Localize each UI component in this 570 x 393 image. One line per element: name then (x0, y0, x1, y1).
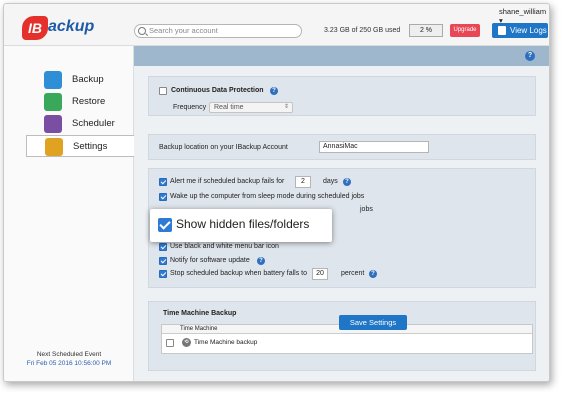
app-window: IB ackup Search your account 3.23 GB of … (3, 3, 550, 382)
search-input[interactable]: Search your account (134, 24, 302, 38)
notify-label: Notify for software update (170, 257, 250, 264)
battery-stepper[interactable]: 20 (312, 268, 328, 280)
battery-checkbox[interactable] (159, 270, 167, 278)
help-icon[interactable]: ? (369, 270, 377, 278)
restore-icon (44, 93, 62, 111)
battery-unit: percent (341, 270, 365, 277)
show-hidden-label: Show hidden files/folders (176, 217, 310, 231)
logs-icon (498, 26, 506, 35)
show-hidden-checkbox[interactable] (158, 218, 172, 232)
time-machine-checkbox[interactable] (166, 339, 174, 347)
cdp-checkbox[interactable] (159, 87, 167, 95)
sidebar-item-backup[interactable]: Backup (26, 69, 134, 91)
search-placeholder: Search your account (149, 26, 218, 35)
cdp-section: Continuous Data Protection ? Frequency R… (148, 76, 536, 116)
alert-checkbox[interactable] (159, 178, 167, 186)
ibackup-logo: IB ackup (22, 16, 108, 42)
save-settings-button[interactable]: Save Settings (339, 315, 407, 330)
sidebar-item-label: Settings (73, 141, 108, 152)
sidebar-item-restore[interactable]: Restore (26, 91, 134, 113)
bw-icon-checkbox[interactable] (159, 243, 167, 251)
alert-days-stepper[interactable]: 2 (295, 176, 311, 188)
frequency-select[interactable]: Real time (209, 102, 293, 113)
help-icon[interactable]: ? (343, 178, 351, 186)
top-bar: IB ackup Search your account 3.23 GB of … (4, 4, 549, 46)
frequency-label: Frequency (173, 104, 207, 111)
wake-label: Wake up the computer from sleep mode dur… (170, 193, 365, 200)
bw-icon-label: Use black and white menu bar icon (170, 243, 279, 250)
sidebar-item-label: Backup (72, 74, 104, 85)
table-row: Time Machine backup (194, 339, 258, 346)
gear-icon (45, 138, 63, 156)
backup-icon (44, 71, 62, 89)
help-icon[interactable]: ? (257, 257, 265, 265)
cdp-label: Continuous Data Protection (171, 87, 264, 94)
partial-label: jobs (360, 206, 373, 213)
next-event-value: Fri Feb 05 2016 10:56:00 PM (26, 360, 112, 367)
search-icon (138, 27, 146, 35)
backup-location-section: Backup location on your IBackup Account … (148, 134, 536, 160)
time-machine-title: Time Machine Backup (163, 310, 237, 317)
sidebar-item-label: Restore (72, 96, 106, 107)
battery-label: Stop scheduled backup when battery falls… (170, 270, 307, 277)
scheduler-icon (44, 115, 62, 133)
help-icon[interactable]: ? (525, 51, 535, 61)
wake-checkbox[interactable] (159, 193, 167, 201)
table-column-header: Time Machine (180, 326, 218, 332)
logo-text: ackup (48, 18, 95, 35)
usage-percent: 2 % (409, 24, 443, 37)
time-machine-icon: ⟲ (182, 338, 191, 347)
sidebar-item-scheduler[interactable]: Scheduler (26, 113, 134, 135)
alert-unit: days (323, 178, 338, 185)
sidebar: Backup Restore Scheduler Settings Next S… (4, 46, 134, 381)
logo-mark: IB (22, 16, 48, 40)
alert-label: Alert me if scheduled backup fails for (170, 178, 285, 185)
settings-header: ? (134, 46, 549, 66)
view-logs-button[interactable]: View Logs (492, 23, 548, 38)
show-hidden-files-callout[interactable]: Show hidden files/folders (150, 209, 332, 242)
backup-location-input[interactable]: AnnasiMac (319, 141, 429, 153)
view-logs-label: View Logs (510, 26, 547, 35)
notify-checkbox[interactable] (159, 257, 167, 265)
next-event-label: Next Scheduled Event (36, 351, 102, 358)
user-menu[interactable]: shane_william ▾ (499, 7, 549, 25)
upgrade-button[interactable]: Upgrade (450, 24, 480, 37)
sidebar-item-settings[interactable]: Settings (26, 135, 134, 157)
sidebar-item-label: Scheduler (72, 118, 115, 129)
storage-usage: 3.23 GB of 250 GB used (324, 27, 401, 34)
help-icon[interactable]: ? (270, 87, 278, 95)
time-machine-section: Time Machine Backup Time Machine ⟲ Time … (148, 301, 536, 371)
backup-location-label: Backup location on your IBackup Account (159, 144, 288, 151)
